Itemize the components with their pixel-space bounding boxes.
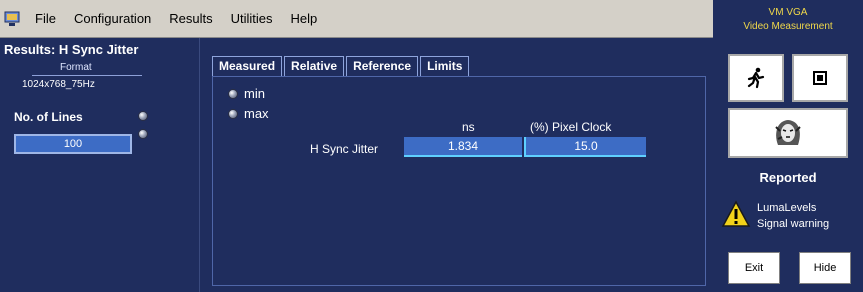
results-main: Measured Relative Reference Limits min m…	[200, 38, 713, 292]
lines-radio-bottom[interactable]	[138, 129, 148, 139]
exit-button[interactable]: Exit	[728, 252, 780, 284]
option-min-label: min	[244, 86, 265, 101]
format-divider	[32, 75, 142, 76]
format-label: Format	[60, 62, 92, 73]
stop-button[interactable]	[792, 54, 848, 102]
menu-bar: File Configuration Results Utilities Hel…	[0, 0, 713, 38]
menu-configuration[interactable]: Configuration	[74, 11, 151, 26]
hide-button[interactable]: Hide	[799, 252, 851, 284]
results-tabs: Measured Relative Reference Limits	[212, 56, 471, 76]
tab-reference[interactable]: Reference	[346, 56, 419, 76]
run-button[interactable]	[728, 54, 784, 102]
app-title-line1: VM VGA	[768, 7, 808, 18]
warning-message: Signal warning	[757, 218, 830, 230]
tab-limits[interactable]: Limits	[420, 56, 470, 76]
menu-file[interactable]: File	[35, 11, 56, 26]
warning-icon	[721, 200, 751, 231]
column-pct-header: (%) Pixel Clock	[530, 120, 612, 134]
option-min[interactable]: min	[228, 86, 265, 101]
lines-radio-top[interactable]	[138, 111, 148, 121]
h-sync-jitter-ns-value: 1.834	[404, 137, 522, 157]
running-man-icon	[747, 67, 765, 89]
menu-utilities[interactable]: Utilities	[231, 11, 273, 26]
results-sidebar: Results: H Sync Jitter Format 1024x768_7…	[0, 38, 200, 292]
lines-input[interactable]: 100	[14, 134, 132, 154]
format-value: 1024x768_75Hz	[22, 79, 95, 90]
lines-label: No. of Lines	[14, 110, 83, 124]
reported-label: Reported	[759, 170, 817, 185]
option-max[interactable]: max	[228, 106, 269, 121]
face-image-button[interactable]	[728, 108, 848, 158]
column-ns-header: ns	[462, 120, 475, 134]
app-logo-icon	[4, 10, 22, 28]
option-max-label: max	[244, 106, 269, 121]
app-title: VM VGA Video Measurement	[713, 6, 863, 34]
radio-max-icon[interactable]	[228, 108, 238, 119]
menu-help[interactable]: Help	[291, 11, 318, 26]
warning-title: LumaLevels	[757, 202, 817, 214]
results-title: Results: H Sync Jitter	[4, 42, 139, 57]
tab-relative[interactable]: Relative	[284, 56, 345, 76]
face-portrait-icon	[775, 120, 801, 145]
tab-measured[interactable]: Measured	[212, 56, 283, 76]
radio-min-icon[interactable]	[228, 88, 238, 99]
control-panel: VM VGA Video Measurement Reported LumaLe…	[713, 0, 863, 292]
menu-results[interactable]: Results	[169, 11, 212, 26]
h-sync-jitter-pct-value: 15.0	[524, 137, 646, 157]
tab-content	[212, 76, 706, 286]
stop-icon	[813, 71, 827, 85]
row-h-sync-jitter-label: H Sync Jitter	[310, 142, 379, 156]
app-title-line2: Video Measurement	[743, 21, 833, 32]
